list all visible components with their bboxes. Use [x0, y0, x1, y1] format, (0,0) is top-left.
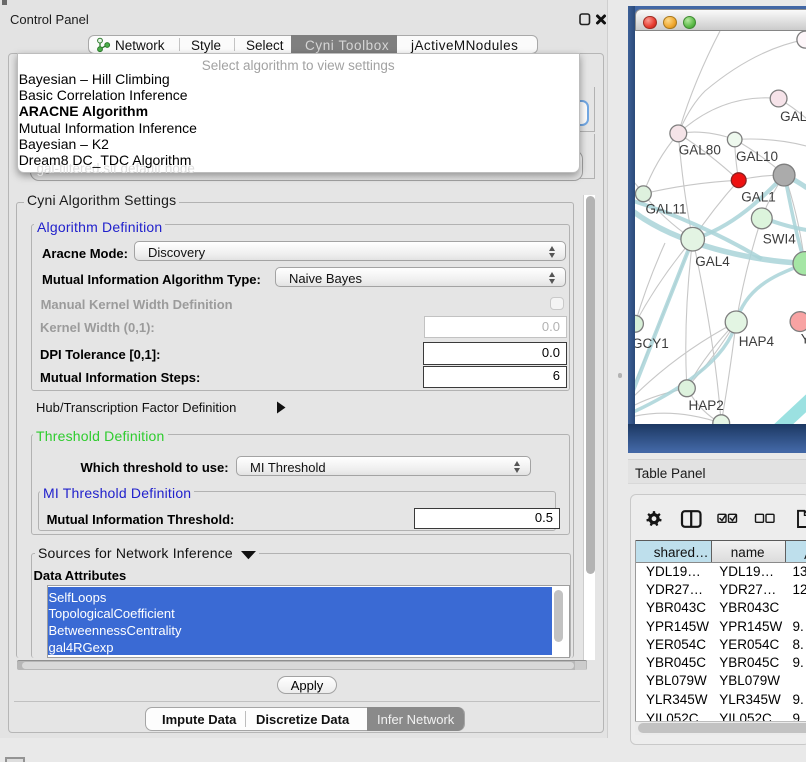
svg-text:GAL80: GAL80 — [678, 143, 720, 158]
svg-text:GAL4: GAL4 — [695, 254, 730, 269]
svg-text:GAL10: GAL10 — [736, 149, 778, 164]
svg-text:YM: YM — [800, 332, 806, 347]
svg-text:GAL1: GAL1 — [741, 190, 776, 205]
svg-text:GCY1: GCY1 — [635, 336, 669, 351]
svg-text:HAP4: HAP4 — [738, 334, 774, 349]
svg-text:HAP2: HAP2 — [688, 398, 723, 413]
svg-text:GAL11: GAL11 — [645, 202, 686, 217]
svg-text:GAL7: GAL7 — [780, 109, 806, 124]
svg-text:SWI4: SWI4 — [762, 232, 795, 247]
